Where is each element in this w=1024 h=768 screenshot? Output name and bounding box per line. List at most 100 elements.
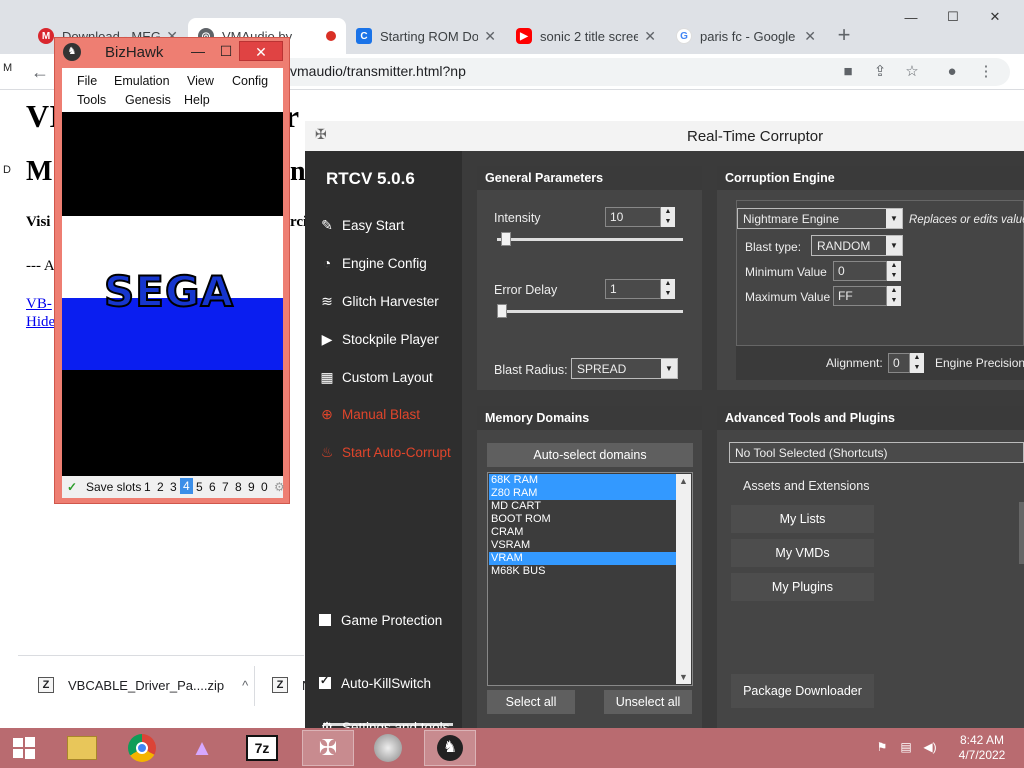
intensity-slider[interactable] [497, 238, 683, 241]
error-delay-input[interactable]: 1 [605, 279, 661, 299]
clock[interactable]: 8:42 AM 4/7/2022 [950, 733, 1014, 763]
error-delay-slider[interactable] [497, 310, 683, 313]
scrollbar[interactable] [1019, 502, 1024, 564]
bizhawk-titlebar[interactable]: ♞ BizHawk — ☐ ✕ [55, 38, 289, 66]
checkbox[interactable] [319, 614, 331, 626]
list-item[interactable]: CRAM [489, 526, 676, 539]
network-icon[interactable]: ▤ [898, 740, 914, 756]
sidebar-item-start-auto-corrupt[interactable]: ♨ Start Auto-Corrupt [319, 440, 451, 464]
menu-config[interactable]: Config [232, 74, 268, 88]
list-item[interactable]: M68K BUS [489, 565, 676, 578]
save-slot[interactable]: 1 [144, 480, 151, 494]
menu-dots-icon[interactable]: ⋮ [976, 62, 996, 82]
game-protection-checkbox[interactable]: Game Protection [319, 608, 442, 632]
list-item[interactable]: MD CART [489, 500, 676, 513]
profile-icon[interactable]: ● [942, 62, 962, 82]
spinner-arrows-icon[interactable]: ▲ ▼ [887, 261, 901, 281]
save-slot[interactable]: 6 [209, 480, 216, 494]
tab-starting-rom[interactable]: C Starting ROM Do ✕ [346, 18, 506, 54]
back-arrow-icon[interactable]: ← [30, 62, 50, 82]
bookmark-star-icon[interactable]: ☆ [902, 62, 922, 82]
maximize-button[interactable]: ☐ [211, 41, 241, 61]
sidebar-item-custom-layout[interactable]: ▦ Custom Layout [319, 365, 432, 389]
list-item[interactable]: VRAM [489, 552, 676, 565]
rtc-titlebar[interactable]: ✠ Real-Time Corruptor [305, 121, 1024, 151]
menu-tools[interactable]: Tools [77, 93, 106, 107]
save-slot[interactable]: 2 [157, 480, 164, 494]
menu-file[interactable]: File [77, 74, 97, 88]
save-slot[interactable]: 3 [170, 480, 177, 494]
list-item[interactable]: BOOT ROM [489, 513, 676, 526]
my-plugins-button[interactable]: My Plugins [731, 573, 874, 601]
error-delay-slider-thumb[interactable] [497, 304, 507, 318]
file-explorer-icon[interactable] [56, 730, 108, 766]
menu-emulation[interactable]: Emulation [114, 74, 170, 88]
spinner-arrows-icon[interactable]: ▲ ▼ [661, 279, 675, 299]
save-slot[interactable]: 8 [235, 480, 242, 494]
select-all-button[interactable]: Select all [487, 690, 575, 714]
alignment-input[interactable]: 0 [888, 353, 910, 373]
menu-genesis[interactable]: Genesis [125, 93, 171, 107]
my-lists-button[interactable]: My Lists [731, 505, 874, 533]
hide-link[interactable]: Hide [26, 314, 55, 331]
minimize-button[interactable]: — [183, 41, 213, 61]
save-slot[interactable]: 0 [261, 480, 268, 494]
close-tab-icon[interactable]: ✕ [644, 28, 656, 45]
scroll-down-icon[interactable]: ▼ [676, 672, 691, 682]
close-button[interactable]: ✕ [239, 41, 283, 61]
close-tab-icon[interactable]: ✕ [484, 28, 496, 45]
auto-killswitch-checkbox[interactable]: Auto-KillSwitch [319, 671, 431, 695]
maximum-value-input[interactable]: FF [833, 286, 887, 306]
list-item[interactable]: Z80 RAM [489, 487, 676, 500]
menu-help[interactable]: Help [184, 93, 210, 107]
scroll-up-icon[interactable]: ▲ [676, 476, 691, 486]
spinner-arrows-icon[interactable]: ▲ ▼ [910, 353, 924, 373]
unselect-all-button[interactable]: Unselect all [604, 690, 692, 714]
share-icon[interactable]: ⇪ [870, 62, 890, 82]
start-button[interactable] [0, 730, 48, 766]
gear-icon[interactable]: ⚙ [274, 480, 285, 494]
intensity-input[interactable]: 10 [605, 207, 661, 227]
sidebar-item-manual-blast[interactable]: ⊕ Manual Blast [319, 402, 420, 426]
download-item[interactable]: Z VBCABLE_Driver_Pa....zip ^ [38, 672, 248, 698]
checkbox-checked[interactable] [319, 674, 331, 689]
auto-select-domains-button[interactable]: Auto-select domains [487, 443, 693, 467]
game-screen[interactable]: SEGA [62, 112, 283, 476]
camera-icon[interactable]: ■ [838, 62, 858, 82]
chevron-up-icon[interactable]: ^ [242, 678, 248, 693]
spinner-arrows-icon[interactable]: ▲ ▼ [661, 207, 675, 227]
save-slot-selected[interactable]: 4 [180, 478, 193, 494]
sidebar-item-settings[interactable]: ⚙ Settings and tools [319, 715, 450, 729]
package-downloader-button[interactable]: Package Downloader [731, 674, 874, 708]
minimize-button[interactable]: — [888, 2, 934, 32]
7zip-icon[interactable]: 7z [236, 730, 288, 766]
flag-icon[interactable]: ⚑ [874, 740, 890, 756]
list-scrollbar[interactable]: ▲ ▼ [676, 474, 691, 684]
tab-paris-fc[interactable]: G paris fc - Google ✕ [666, 18, 826, 54]
blast-type-dropdown[interactable]: RANDOM ▼ [811, 235, 903, 256]
chrome-icon[interactable] [116, 730, 168, 766]
list-item[interactable]: VSRAM [489, 539, 676, 552]
rtc-icon[interactable]: ✠ [302, 730, 354, 766]
sidebar-item-easy-start[interactable]: ✎ Easy Start [319, 213, 404, 237]
close-window-button[interactable]: ✕ [972, 2, 1018, 32]
new-tab-button[interactable]: + [832, 24, 856, 48]
menu-view[interactable]: View [187, 74, 214, 88]
close-tab-icon[interactable]: ✕ [804, 28, 816, 45]
save-slot[interactable]: 7 [222, 480, 229, 494]
spinner-arrows-icon[interactable]: ▲ ▼ [887, 286, 901, 306]
speaker-app-icon[interactable] [362, 730, 414, 766]
address-bar[interactable]: vmaudio/transmitter.html?np [240, 58, 1010, 86]
intensity-slider-thumb[interactable] [500, 232, 511, 246]
engine-dropdown[interactable]: Nightmare Engine ▼ [737, 208, 903, 229]
sidebar-item-engine-config[interactable]: ◔ Engine Config [319, 251, 427, 275]
save-slot[interactable]: 5 [196, 480, 203, 494]
tab-sonic[interactable]: ▶ sonic 2 title scree ✕ [506, 18, 666, 54]
vb-link[interactable]: VB- [26, 296, 52, 313]
list-item[interactable]: 68K RAM [489, 474, 676, 487]
vmaudio-icon[interactable]: ▲ [176, 730, 228, 766]
sidebar-item-glitch-harvester[interactable]: ≋ Glitch Harvester [319, 289, 439, 313]
tool-dropdown[interactable]: No Tool Selected (Shortcuts) [729, 442, 1024, 463]
maximize-button[interactable]: ☐ [930, 2, 976, 32]
sidebar-item-stockpile-player[interactable]: ▶ Stockpile Player [319, 327, 439, 351]
